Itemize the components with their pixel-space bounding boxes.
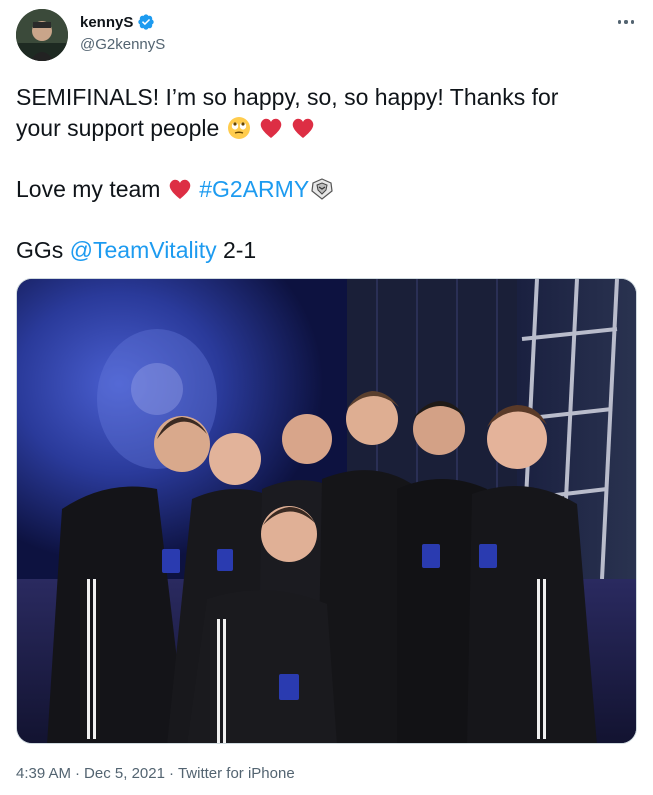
- author-name-row[interactable]: kennyS: [80, 13, 155, 31]
- tweet-time[interactable]: 4:39 AM: [16, 765, 71, 782]
- red-heart-icon: [260, 118, 282, 138]
- separator: ·: [75, 765, 81, 782]
- tweet-source[interactable]: Twitter for iPhone: [178, 765, 295, 782]
- tweet-line-4-prefix: GGs: [16, 236, 64, 263]
- verified-badge-icon: [138, 14, 155, 30]
- tweet-line-3-text: Love my team: [16, 175, 161, 202]
- tweet-meta: 4:39 AM · Dec 5, 2021 · Twitter for iPho…: [16, 765, 295, 782]
- tweet-line-4-suffix: 2-1: [222, 236, 257, 263]
- more-options-icon[interactable]: [615, 14, 637, 30]
- tweet-text: SEMIFINALS! I’m so happy, so, so happy! …: [16, 82, 636, 265]
- red-heart-icon: [169, 179, 191, 199]
- tweet-line-2: your support people: [16, 113, 636, 144]
- dot: [630, 20, 635, 24]
- dot: [617, 20, 622, 24]
- g2-logo-icon: [311, 177, 333, 200]
- avatar[interactable]: [16, 9, 68, 61]
- tweet-line-4: GGs @TeamVitality 2-1: [16, 235, 636, 266]
- hashtag-link[interactable]: #G2ARMY: [199, 176, 309, 202]
- separator: ·: [168, 765, 174, 782]
- team-photo: [17, 279, 636, 743]
- tweet-line-2-text: your support people: [16, 114, 220, 141]
- display-name[interactable]: kennyS: [80, 14, 133, 31]
- mention-link[interactable]: @TeamVitality: [70, 237, 217, 263]
- dot: [624, 20, 628, 24]
- author-handle[interactable]: @G2kennyS: [80, 36, 165, 53]
- tweet-line-3: Love my team #G2ARMY: [16, 174, 636, 205]
- tweet-line-1: SEMIFINALS! I’m so happy, so, so happy! …: [16, 84, 559, 110]
- profile-photo: [16, 9, 68, 61]
- line-break: [16, 143, 636, 174]
- red-heart-icon: [293, 118, 314, 138]
- line-break: [16, 204, 636, 235]
- face-rolling-eyes-icon: [227, 116, 250, 139]
- tweet-date[interactable]: Dec 5, 2021: [84, 765, 165, 782]
- tweet-media[interactable]: [16, 278, 637, 744]
